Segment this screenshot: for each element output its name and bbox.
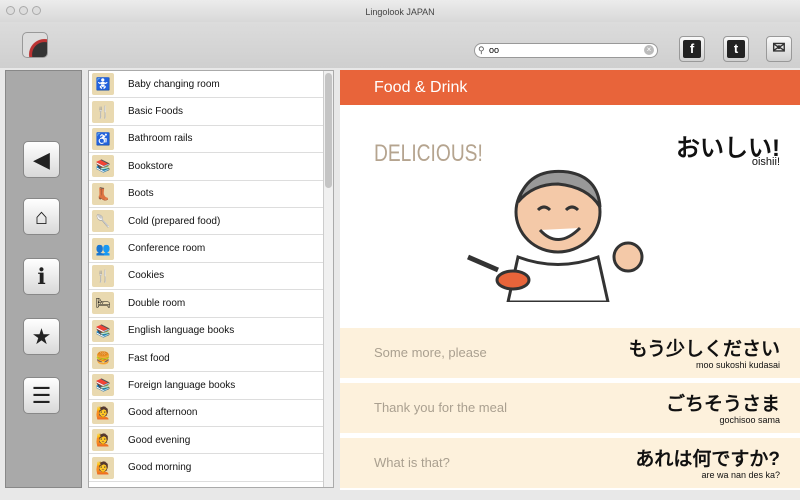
list-item[interactable]: 🚼 Baby changing room bbox=[89, 71, 333, 99]
phrase-english: Thank you for the meal bbox=[374, 400, 507, 415]
scrollbar-thumb[interactable] bbox=[325, 73, 332, 188]
list-item-label: Bathroom rails bbox=[128, 133, 193, 145]
twitter-icon: t bbox=[727, 40, 745, 58]
mail-button[interactable]: ✉ bbox=[766, 36, 792, 62]
list-item[interactable]: ♿ Bathroom rails bbox=[89, 126, 333, 154]
list-item-label: Cookies bbox=[128, 270, 165, 282]
list-item-label: Good afternoon bbox=[128, 407, 198, 419]
phrase-english: What is that? bbox=[374, 455, 450, 470]
list-item[interactable]: 🛏 Double room bbox=[89, 290, 333, 318]
title-bar: Lingolook JAPAN bbox=[0, 0, 800, 22]
home-icon: ⌂ bbox=[34, 203, 49, 229]
list-item[interactable]: 🙋 Good afternoon bbox=[89, 400, 333, 428]
list-item-icon: 👢 bbox=[92, 182, 114, 205]
list-item-label: Fast food bbox=[128, 352, 170, 364]
list-item[interactable]: 📚 Foreign language books bbox=[89, 372, 333, 400]
window-title: Lingolook JAPAN bbox=[365, 7, 435, 17]
list-item[interactable]: 🍔 Fast food bbox=[89, 345, 333, 373]
list-item[interactable]: 🙋 Good evening bbox=[89, 427, 333, 455]
phrase-romaji: moo sukoshi kudasai bbox=[695, 360, 780, 370]
list-item[interactable]: 🙋 Good morning bbox=[89, 454, 333, 482]
twitter-button[interactable]: t bbox=[723, 36, 749, 62]
list-item-icon: ♿ bbox=[92, 127, 114, 150]
list-item-icon: 🛏 bbox=[92, 292, 114, 315]
detail-panel: Food & Drink DELICIOUS! おいしい! oishii! So… bbox=[340, 70, 800, 490]
search-field[interactable]: ⚲ oo × bbox=[474, 43, 658, 58]
app-logo-icon bbox=[22, 32, 48, 58]
search-input[interactable]: oo bbox=[489, 45, 499, 55]
phrase-row[interactable]: Thank you for the meal ごちそうさま gochisoo s… bbox=[340, 383, 800, 433]
main-phrase-romaji: oishii! bbox=[751, 156, 780, 168]
list-item-icon: 🙋 bbox=[92, 456, 114, 479]
phrase-romaji: are wa nan des ka? bbox=[701, 470, 780, 480]
list-item-icon: 🍔 bbox=[92, 347, 114, 370]
star-icon: ★ bbox=[31, 323, 52, 349]
facebook-icon: f bbox=[683, 40, 701, 58]
zoom-window-button[interactable] bbox=[32, 6, 41, 15]
list-item[interactable]: 👢 Boots bbox=[89, 181, 333, 208]
home-button[interactable]: ⌂ bbox=[23, 198, 60, 235]
window-controls[interactable] bbox=[6, 6, 41, 15]
list-icon: ☰ bbox=[31, 382, 52, 408]
list-item[interactable]: 🍴 Basic Foods bbox=[89, 98, 333, 126]
phrase-row[interactable]: What is that? あれは何ですか? are wa nan des ka… bbox=[340, 438, 800, 488]
nav-sidebar: ◀ ⌂ ℹ ★ ☰ bbox=[5, 70, 82, 488]
phrase-romaji: gochisoo sama bbox=[719, 415, 780, 425]
info-button[interactable]: ℹ bbox=[23, 258, 60, 295]
list-item-label: Good evening bbox=[128, 434, 191, 446]
list-item-label: Conference room bbox=[128, 243, 206, 255]
clear-search-icon[interactable]: × bbox=[644, 45, 654, 55]
category-header: Food & Drink bbox=[340, 70, 800, 105]
list-item-label: Good morning bbox=[128, 462, 192, 474]
close-window-button[interactable] bbox=[6, 6, 15, 15]
list-item-label: Bookstore bbox=[128, 160, 174, 172]
list-item-icon: 🙋 bbox=[92, 401, 114, 424]
list-item-label: Double room bbox=[128, 297, 186, 309]
toolbar: ⚲ oo × f t ✉ bbox=[0, 22, 800, 68]
list-item-icon: 🙋 bbox=[92, 429, 114, 452]
list-button[interactable]: ☰ bbox=[23, 377, 60, 414]
list-item[interactable]: 📚 Bookstore bbox=[89, 153, 333, 181]
phrase-japanese: あれは何ですか? bbox=[635, 449, 780, 470]
list-item-icon: 👥 bbox=[92, 237, 114, 260]
list-item[interactable]: 📚 English language books bbox=[89, 318, 333, 345]
phrase-japanese: もう少しください bbox=[628, 339, 780, 360]
search-icon: ⚲ bbox=[478, 45, 485, 55]
list-item-icon: 🥄 bbox=[92, 210, 114, 233]
phrase-english: Some more, please bbox=[374, 345, 487, 360]
list-item-label: Boots bbox=[128, 188, 154, 200]
list-item-icon: 📚 bbox=[92, 155, 114, 178]
list-item-icon: 🚼 bbox=[92, 73, 114, 96]
list-item-label: Cold (prepared food) bbox=[128, 215, 221, 227]
list-item-icon: 📚 bbox=[92, 319, 114, 342]
favorites-button[interactable]: ★ bbox=[23, 318, 60, 355]
phrase-japanese: ごちそうさま bbox=[665, 394, 780, 415]
list-item-icon: 🍴 bbox=[92, 264, 114, 287]
list-item-label: Basic Foods bbox=[128, 106, 184, 118]
phrase-row[interactable]: Some more, please もう少しください moo sukoshi k… bbox=[340, 328, 800, 378]
back-button[interactable]: ◀ bbox=[23, 141, 60, 178]
list-item-label: Baby changing room bbox=[128, 78, 220, 90]
list-item-label: Foreign language books bbox=[128, 379, 236, 391]
list-item[interactable]: 👥 Conference room bbox=[89, 235, 333, 263]
minimize-window-button[interactable] bbox=[19, 6, 28, 15]
info-icon: ℹ bbox=[37, 263, 46, 289]
mail-icon: ✉ bbox=[772, 40, 786, 57]
list-item-icon: 📚 bbox=[92, 374, 114, 397]
list-item-label: English language books bbox=[128, 325, 235, 337]
facebook-button[interactable]: f bbox=[679, 36, 705, 62]
back-icon: ◀ bbox=[33, 146, 50, 172]
list-scrollbar[interactable] bbox=[323, 71, 333, 487]
list-item[interactable]: 🥄 Cold (prepared food) bbox=[89, 208, 333, 236]
list-item[interactable]: 🍴 Cookies bbox=[89, 263, 333, 291]
list-item-icon: 🍴 bbox=[92, 100, 114, 123]
man-eating-illustration bbox=[467, 169, 644, 302]
phrase-list[interactable]: 🚼 Baby changing room 🍴 Basic Foods ♿ Bathroom… bbox=[88, 70, 334, 488]
